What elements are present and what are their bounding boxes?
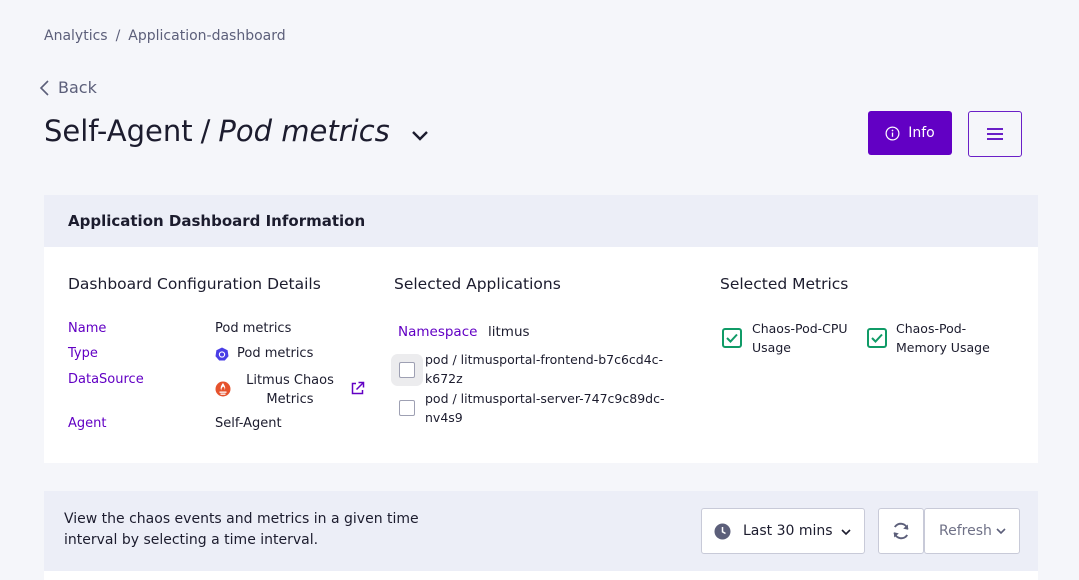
pod-server-line2: nv4s9 [425, 410, 463, 425]
time-range-select[interactable]: Last 30 mins [701, 508, 865, 554]
pod-checkbox-server[interactable] [399, 400, 415, 416]
config-section-title: Dashboard Configuration Details [68, 275, 321, 293]
graph-area-edge [44, 571, 1038, 580]
applications-section-title: Selected Applications [394, 275, 561, 293]
config-label-agent: Agent [68, 416, 107, 431]
metric-checkbox-memory[interactable] [867, 328, 887, 348]
config-value-type: Pod metrics [215, 346, 313, 361]
config-value-agent: Self-Agent [215, 416, 282, 431]
refresh-interval-label: Refresh [939, 523, 992, 539]
refresh-icon [893, 522, 909, 540]
time-interval-description: View the chaos events and metrics in a g… [64, 511, 419, 548]
config-value-name-text: Pod metrics [215, 321, 292, 336]
menu-button[interactable] [968, 111, 1022, 157]
pod-frontend-line2: k672z [425, 371, 463, 386]
info-button[interactable]: Info [868, 111, 952, 155]
back-button[interactable]: Back [38, 78, 97, 97]
metric-memory-line1: Chaos-Pod- [896, 321, 967, 336]
pod-item-server: pod / litmusportal-server-747c9c89dc- nv… [425, 389, 675, 427]
chevron-down-icon [841, 529, 851, 536]
breadcrumb-item-analytics[interactable]: Analytics [44, 28, 108, 44]
pod-frontend-line1: pod / litmusportal-frontend-b7c6cd4c- [425, 352, 664, 367]
info-panel-heading: Application Dashboard Information [44, 195, 1038, 247]
metrics-section-title: Selected Metrics [720, 275, 849, 293]
metric-checkbox-cpu[interactable] [722, 328, 742, 348]
config-label-datasource: DataSource [68, 372, 144, 387]
config-label-type: Type [68, 346, 98, 361]
pod-server-line1: pod / litmusportal-server-747c9c89dc- [425, 391, 665, 406]
chevron-left-icon [39, 79, 49, 96]
config-value-datasource: Litmus Chaos Metrics [246, 373, 334, 407]
title-dashboard-name: Pod metrics [218, 114, 390, 148]
chevron-down-icon [996, 528, 1006, 535]
config-label-name: Name [68, 321, 107, 336]
page-title: Self-Agent / Pod metrics [44, 114, 390, 148]
breadcrumb-item-application-dashboard[interactable]: Application-dashboard [128, 28, 285, 44]
config-value-agent-text: Self-Agent [215, 416, 282, 431]
title-agent: Self-Agent [44, 114, 193, 148]
kubernetes-icon [215, 347, 229, 360]
breadcrumb-separator: / [115, 28, 121, 44]
namespace-label: Namespace [398, 324, 478, 340]
refresh-interval-select[interactable]: Refresh [924, 508, 1020, 554]
namespace-value: litmus [488, 324, 530, 340]
dashboard-info-panel: Application Dashboard Information Dashbo… [44, 195, 1038, 463]
time-range-value: Last 30 mins [743, 523, 833, 539]
info-icon [885, 126, 900, 140]
metric-item-cpu: Chaos-Pod-CPU Usage [752, 319, 848, 357]
time-interval-panel: View the chaos events and metrics in a g… [44, 491, 1038, 571]
chevron-down-icon[interactable] [410, 125, 430, 145]
metric-cpu-line1: Chaos-Pod-CPU [752, 321, 848, 336]
metric-cpu-line2: Usage [752, 340, 791, 355]
title-separator: / [200, 114, 211, 148]
info-button-label: Info [908, 125, 935, 141]
prometheus-icon [215, 381, 231, 397]
metric-item-memory: Chaos-Pod- Memory Usage [896, 319, 990, 357]
external-link-icon[interactable] [350, 381, 365, 396]
breadcrumb: Analytics / Application-dashboard [44, 28, 286, 44]
config-value-name: Pod metrics [215, 321, 291, 336]
metric-memory-line2: Memory Usage [896, 340, 990, 355]
clock-icon [714, 523, 731, 539]
hamburger-menu-icon [987, 128, 1003, 140]
config-value-type-text: Pod metrics [237, 346, 314, 361]
back-label: Back [58, 78, 97, 97]
refresh-now-button[interactable] [878, 508, 924, 554]
pod-checkbox-frontend[interactable] [399, 362, 415, 378]
pod-item-frontend: pod / litmusportal-frontend-b7c6cd4c- k6… [425, 350, 675, 388]
